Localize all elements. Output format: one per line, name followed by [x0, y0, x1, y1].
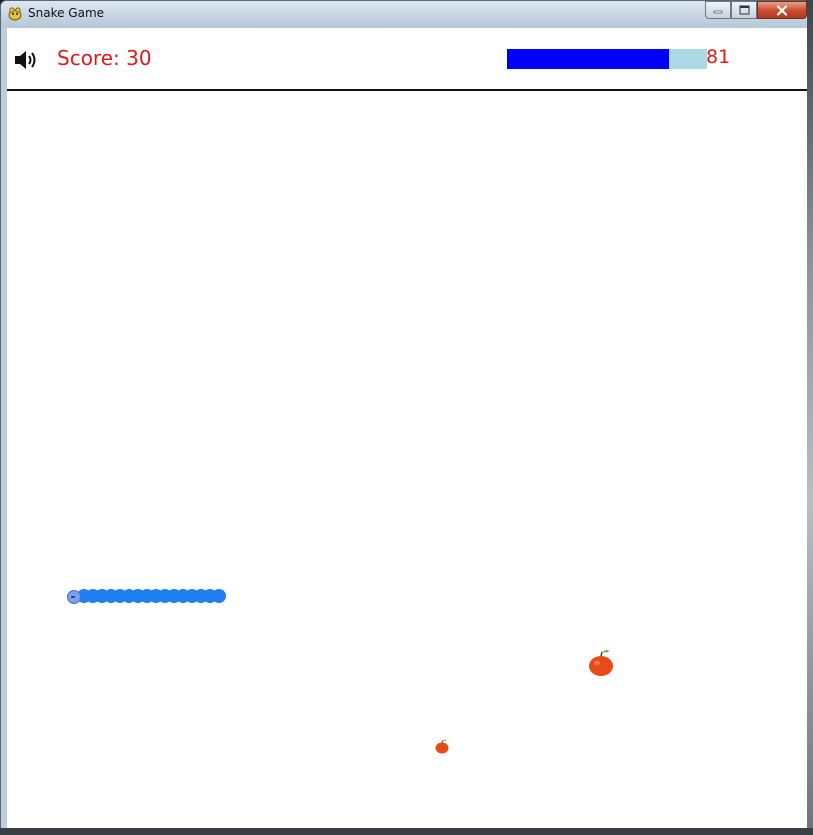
speaker-volume-icon: [15, 51, 36, 69]
minimize-button[interactable]: [705, 1, 731, 19]
energy-value: 81: [706, 46, 731, 68]
hud-bar: Score: 30 81: [7, 28, 807, 90]
score-label: Score: 30: [57, 46, 152, 70]
game-canvas[interactable]: Score: 30 81: [7, 28, 807, 828]
minimize-icon: [713, 10, 723, 14]
title-bar[interactable]: Snake Game: [1, 1, 809, 28]
pygame-snake-icon: [8, 7, 22, 21]
snake-head: [67, 590, 81, 604]
apple-large: [589, 650, 613, 676]
close-icon: [776, 4, 788, 16]
apple-small: [435, 739, 449, 754]
energy-bar: [507, 49, 707, 69]
desktop-background: [807, 0, 813, 835]
sound-toggle-button[interactable]: [13, 48, 39, 72]
energy-bar-fill: [507, 49, 669, 69]
playfield: [7, 91, 807, 828]
game-window: Snake Game Score: 30 81: [0, 0, 810, 832]
close-button[interactable]: [757, 1, 807, 19]
maximize-button[interactable]: [731, 1, 757, 19]
window-title: Snake Game: [28, 6, 105, 20]
desktop-strip: [0, 828, 813, 835]
maximize-icon: [739, 5, 749, 15]
